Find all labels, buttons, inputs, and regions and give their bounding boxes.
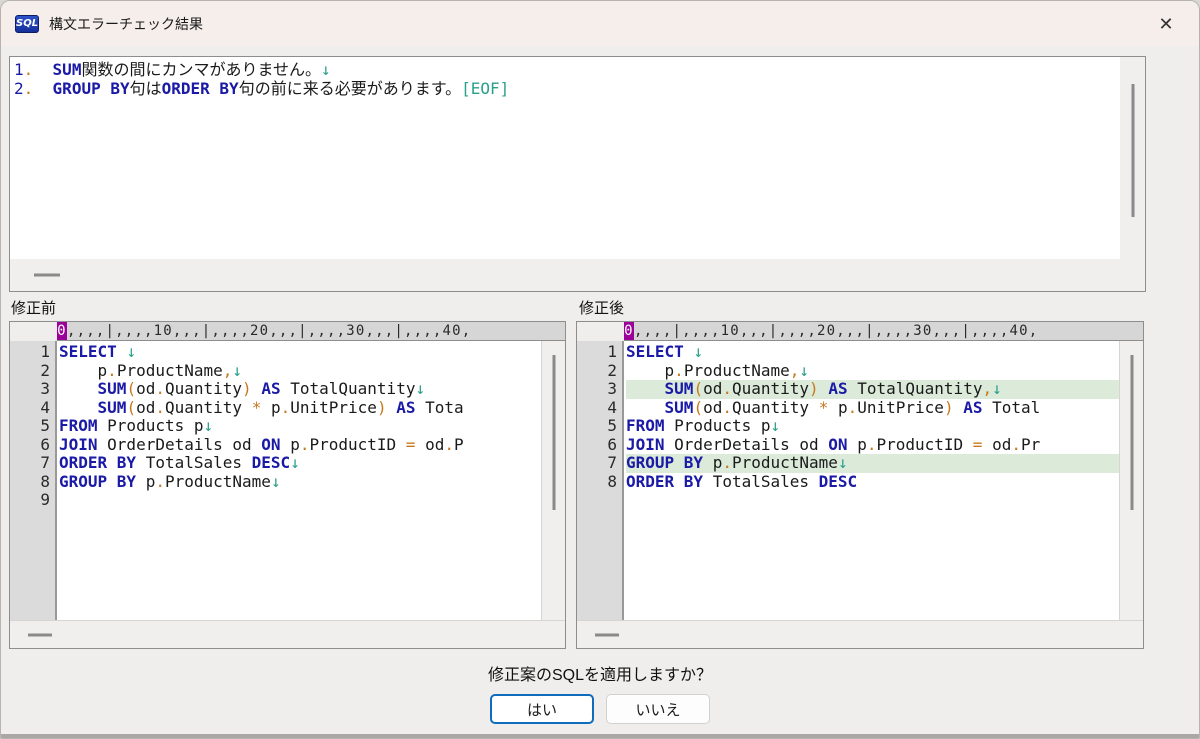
code-line: JOIN OrderDetails od ON p.ProductID = od…: [626, 436, 1119, 455]
gutter-corner: [10, 322, 57, 341]
after-code-area[interactable]: SELECT ↓ p.ProductName,↓ SUM(od.Quantity…: [624, 341, 1119, 620]
apply-question: 修正案のSQLを適用しますか？: [1, 661, 1199, 685]
before-code-area[interactable]: SELECT ↓ p.ProductName,↓ SUM(od.Quantity…: [57, 341, 541, 620]
line-number: 5: [10, 417, 50, 436]
dialog-window: SQL 構文エラーチェック結果 ✕ 1. SUM関数の間にカンマがありません。↓…: [0, 0, 1200, 739]
ruler-ticks: ,,,,|,,,,10,,,|,,,,20,,,|,,,,30,,,|,,,,4…: [67, 323, 471, 339]
vertical-scrollbar-thumb[interactable]: [1131, 84, 1134, 217]
code-line: GROUP BY p.ProductName↓: [626, 454, 1119, 473]
line-number: 5: [577, 417, 617, 436]
line-number: 8: [10, 473, 50, 492]
code-line: FROM Products p↓: [626, 417, 1119, 436]
code-line: [59, 491, 541, 510]
code-line: ORDER BY TotalSales DESC: [626, 473, 1119, 492]
gutter-corner: [577, 322, 624, 341]
line-number-gutter: 12345678: [577, 341, 624, 620]
line-number: 6: [10, 436, 50, 455]
line-number: 4: [577, 399, 617, 418]
code-line: SUM(od.Quantity) AS TotalQuantity↓: [59, 380, 541, 399]
before-sql-panel: 0,,,,|,,,,10,,,|,,,,20,,,|,,,,30,,,|,,,,…: [9, 321, 566, 649]
code-line: SELECT ↓: [626, 343, 1119, 362]
footer: 修正案のSQLを適用しますか？ はい いいえ: [1, 661, 1199, 724]
error-horizontal-scrollbar[interactable]: [10, 259, 1145, 291]
after-sql-panel: 0,,,,|,,,,10,,,|,,,,20,,,|,,,,30,,,|,,,,…: [576, 321, 1144, 649]
after-vertical-scrollbar[interactable]: [1119, 341, 1143, 620]
line-number: 2: [577, 362, 617, 381]
after-horizontal-scrollbar[interactable]: [577, 620, 1143, 648]
line-number: 7: [10, 454, 50, 473]
code-line: FROM Products p↓: [59, 417, 541, 436]
line-number: 2: [10, 362, 50, 381]
line-number: 9: [10, 491, 50, 510]
horizontal-scrollbar-thumb[interactable]: [595, 633, 619, 636]
error-list-panel: 1. SUM関数の間にカンマがありません。↓2. GROUP BY句はORDER…: [9, 56, 1146, 292]
line-number: 1: [10, 343, 50, 362]
code-line: p.ProductName,↓: [59, 362, 541, 381]
code-line: SUM(od.Quantity) AS TotalQuantity,↓: [626, 380, 1119, 399]
line-number-gutter: 123456789: [10, 341, 57, 620]
before-vertical-scrollbar[interactable]: [541, 341, 565, 620]
yes-button[interactable]: はい: [490, 694, 594, 724]
code-line: SUM(od.Quantity * p.UnitPrice) AS Tota: [59, 399, 541, 418]
no-button[interactable]: いいえ: [606, 694, 710, 724]
dialog-title: 構文エラーチェック結果: [49, 14, 203, 34]
code-line: SUM(od.Quantity * p.UnitPrice) AS Total: [626, 399, 1119, 418]
horizontal-scrollbar-thumb[interactable]: [34, 274, 60, 277]
sql-icon: SQL: [15, 15, 39, 33]
line-number: 6: [577, 436, 617, 455]
code-line: GROUP BY p.ProductName↓: [59, 473, 541, 492]
button-row: はい いいえ: [1, 694, 1199, 724]
error-list[interactable]: 1. SUM関数の間にカンマがありません。↓2. GROUP BY句はORDER…: [10, 57, 1120, 259]
error-vertical-scrollbar[interactable]: [1120, 57, 1145, 259]
line-number: 8: [577, 473, 617, 492]
line-number: 3: [10, 380, 50, 399]
ruler-zero-marker: 0: [624, 322, 634, 340]
vertical-scrollbar-thumb[interactable]: [552, 355, 555, 510]
line-number: 4: [10, 399, 50, 418]
ruler-ticks: ,,,,|,,,,10,,,|,,,,20,,,|,,,,30,,,|,,,,4…: [634, 323, 1038, 339]
code-line: 2. GROUP BY句はORDER BY句の前に来る必要があります。[EOF]: [14, 79, 1120, 98]
vertical-scrollbar-thumb[interactable]: [1130, 355, 1133, 510]
ruler: 0,,,,|,,,,10,,,|,,,,20,,,|,,,,30,,,|,,,,…: [624, 322, 1143, 341]
before-horizontal-scrollbar[interactable]: [10, 620, 565, 648]
ruler-zero-marker: 0: [57, 322, 67, 340]
ruler: 0,,,,|,,,,10,,,|,,,,20,,,|,,,,30,,,|,,,,…: [57, 322, 565, 341]
code-line: SELECT ↓: [59, 343, 541, 362]
code-line: JOIN OrderDetails od ON p.ProductID = od…: [59, 436, 541, 455]
line-number: 7: [577, 454, 617, 473]
horizontal-scrollbar-thumb[interactable]: [28, 633, 52, 636]
line-number: 1: [577, 343, 617, 362]
code-line: ORDER BY TotalSales DESC↓: [59, 454, 541, 473]
line-number: 3: [577, 380, 617, 399]
before-label: 修正前: [11, 297, 56, 318]
after-label: 修正後: [579, 297, 624, 318]
code-line: p.ProductName,↓: [626, 362, 1119, 381]
title-bar[interactable]: SQL 構文エラーチェック結果 ✕: [1, 1, 1199, 46]
close-icon[interactable]: ✕: [1153, 11, 1179, 37]
window-bottom-edge: [1, 734, 1199, 738]
code-line: 1. SUM関数の間にカンマがありません。↓: [14, 60, 1120, 79]
